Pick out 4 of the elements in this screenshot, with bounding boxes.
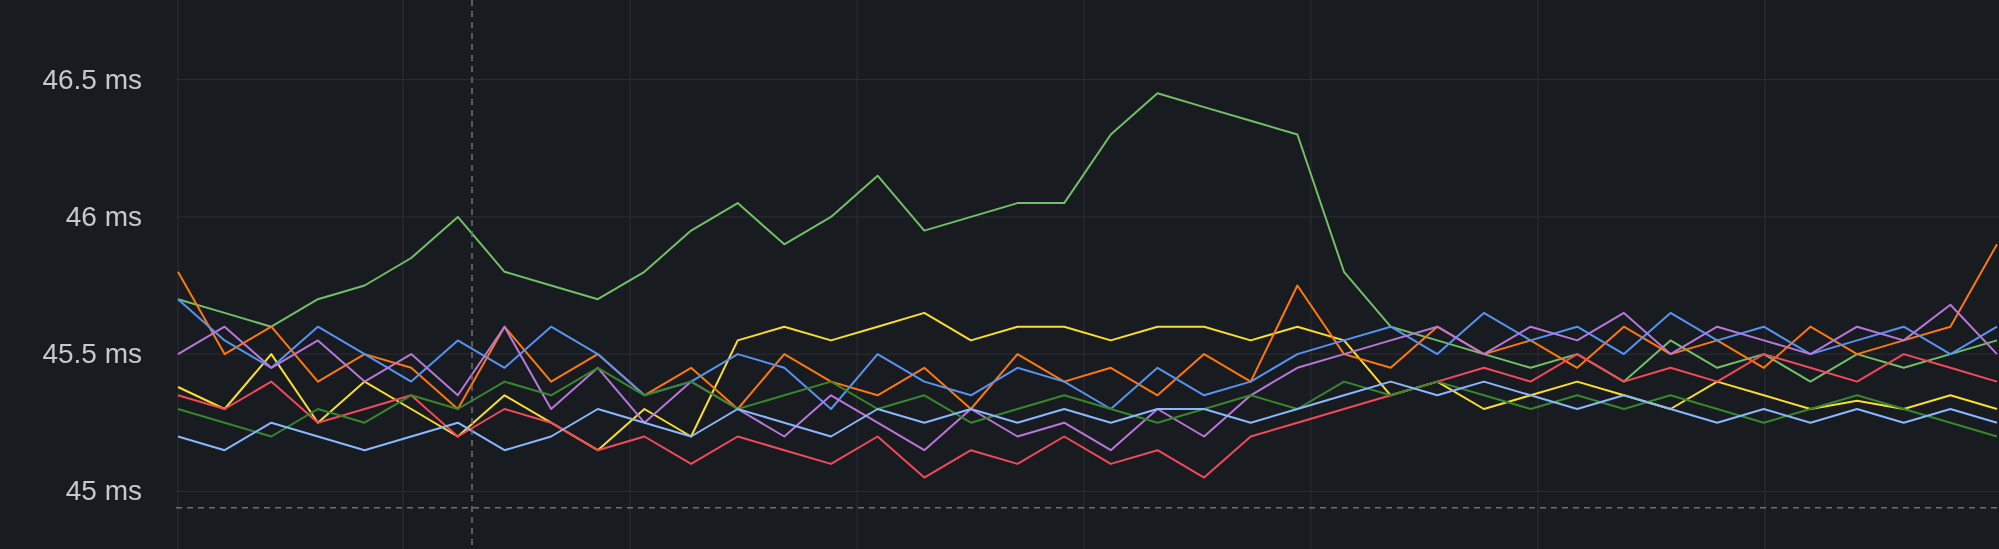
y-axis-label: 46.5 ms: [42, 65, 142, 94]
y-axis-label: 46 ms: [65, 202, 142, 231]
y-axis-label: 45.5 ms: [42, 340, 142, 369]
y-axis-label: 45 ms: [65, 477, 142, 506]
